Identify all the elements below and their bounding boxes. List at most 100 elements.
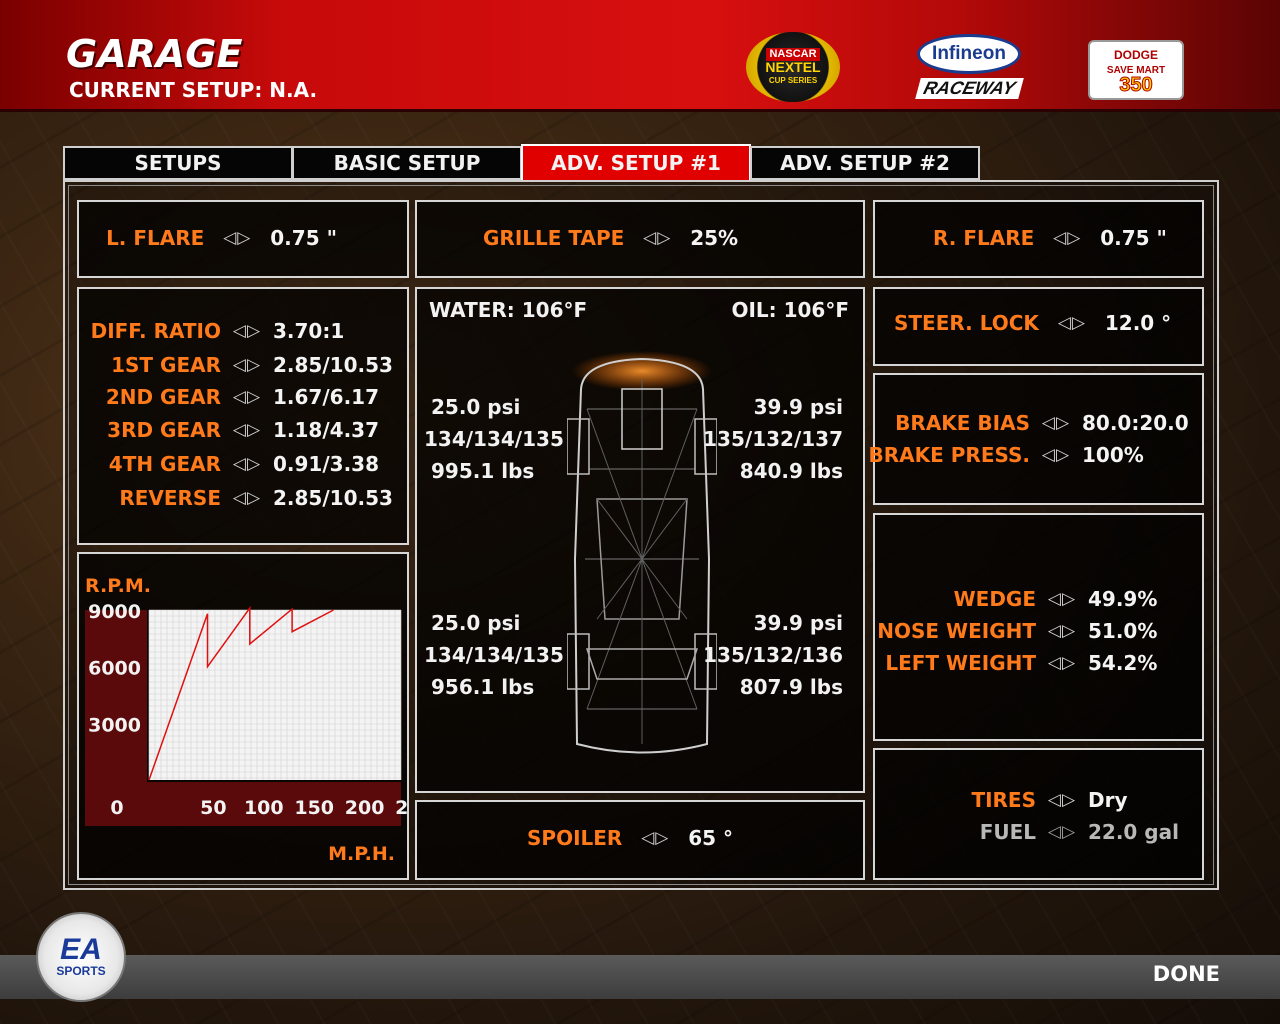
y-tick-label: 6000	[88, 658, 141, 680]
setup-tabs: SETUPS BASIC SETUP ADV. SETUP #1 ADV. SE…	[63, 144, 980, 182]
left-flare-arrows-icon[interactable]: ◁▷	[211, 228, 263, 248]
tires-arrows-icon[interactable]: ◁▷	[1036, 790, 1088, 810]
grille-tape-panel: GRILLE TAPE ◁▷ 25%	[415, 200, 865, 278]
front-left-temps: 134/134/135	[424, 427, 564, 451]
gear-arrows-icon[interactable]: ◁▷	[221, 387, 273, 407]
tires-value: Dry	[1088, 788, 1128, 812]
left-weight-row[interactable]: LEFT WEIGHT ◁▷ 54.2%	[885, 651, 1172, 675]
brake-bias-label: BRAKE BIAS	[895, 411, 1030, 435]
wedge-value: 49.9%	[1088, 587, 1158, 611]
nascar-nextel-logo: NASCAR NEXTEL CUP SERIES	[746, 32, 840, 102]
steer-lock-value: 12.0 °	[1104, 311, 1172, 335]
water-temp: WATER: 106°F	[429, 298, 588, 322]
tab-basic-setup[interactable]: BASIC SETUP	[292, 146, 522, 180]
rear-left-weight: 956.1 lbs	[431, 675, 535, 699]
spoiler-label: SPOILER	[527, 826, 623, 850]
gear-label: 2ND GEAR	[105, 385, 221, 409]
spoiler-arrows-icon[interactable]: ◁▷	[629, 828, 681, 848]
gear-row[interactable]: 2ND GEAR ◁▷ 1.67/6.17	[106, 385, 387, 409]
left-weight-value: 54.2%	[1088, 651, 1158, 675]
brake-press-arrows-icon[interactable]: ◁▷	[1030, 445, 1082, 465]
fuel-label: FUEL	[979, 820, 1036, 844]
car-wireframe-image	[567, 349, 717, 769]
rpm-chart-panel: R.P.M. M.P.H. 9000 6000 3000 0 50 100 150 200 250	[77, 552, 409, 880]
gear-arrows-icon[interactable]: ◁▷	[221, 420, 273, 440]
bottom-bar	[0, 955, 1280, 999]
brake-press-label: BRAKE PRESS.	[868, 443, 1030, 467]
front-left-pressure: 25.0 psi	[431, 395, 521, 419]
right-flare-panel: R. FLARE ◁▷ 0.75 "	[873, 200, 1204, 278]
x-tick-label: 100	[244, 797, 284, 819]
dodge-savemart-350-logo: DODGE SAVE MART 350	[1088, 40, 1184, 100]
tab-adv-setup-1[interactable]: ADV. SETUP #1	[521, 144, 751, 182]
left-flare-panel: L. FLARE ◁▷ 0.75 "	[77, 200, 409, 278]
gear-row[interactable]: 1ST GEAR ◁▷ 2.85/10.53	[111, 353, 393, 377]
right-flare-label: R. FLARE	[933, 226, 1035, 250]
gear-value: 2.85/10.53	[273, 353, 393, 377]
tab-setups[interactable]: SETUPS	[63, 146, 293, 180]
page-title: GARAGE	[66, 32, 243, 76]
x-tick-label: 0	[110, 797, 123, 819]
brake-press-value: 100%	[1082, 443, 1144, 467]
right-flare-row[interactable]: R. FLARE ◁▷ 0.75 "	[933, 226, 1167, 250]
gear-label: 4TH GEAR	[108, 452, 221, 476]
left-flare-label: L. FLARE	[106, 226, 205, 250]
left-weight-label: LEFT WEIGHT	[885, 651, 1036, 675]
right-flare-arrows-icon[interactable]: ◁▷	[1041, 228, 1093, 248]
gears-panel: DIFF. RATIO ◁▷ 3.70:1 1ST GEAR ◁▷ 2.85/10.53…	[77, 287, 409, 545]
gear-label: 3RD GEAR	[107, 418, 221, 442]
x-tick-label: 50	[200, 797, 226, 819]
spoiler-row[interactable]: SPOILER ◁▷ 65 °	[527, 826, 733, 850]
gear-arrows-icon[interactable]: ◁▷	[221, 355, 273, 375]
fuel-arrows-icon[interactable]: ◁▷	[1036, 822, 1088, 842]
brake-press-row[interactable]: BRAKE PRESS. ◁▷ 100%	[869, 443, 1192, 467]
rear-right-weight: 807.9 lbs	[739, 675, 843, 699]
brake-bias-arrows-icon[interactable]: ◁▷	[1030, 413, 1082, 433]
left-flare-row[interactable]: L. FLARE ◁▷ 0.75 "	[106, 226, 337, 250]
tab-adv-setup-2[interactable]: ADV. SETUP #2	[750, 146, 980, 180]
front-right-weight: 840.9 lbs	[739, 459, 843, 483]
nose-weight-arrows-icon[interactable]: ◁▷	[1036, 621, 1088, 641]
header-bar: GARAGE CURRENT SETUP: N.A. NASCAR NEXTEL…	[0, 0, 1280, 112]
weights-panel: WEDGE ◁▷ 49.9% NOSE WEIGHT ◁▷ 51.0% LEFT WEI…	[873, 513, 1204, 741]
gear-row[interactable]: 4TH GEAR ◁▷ 0.91/3.38	[109, 452, 387, 476]
gear-arrows-icon[interactable]: ◁▷	[221, 321, 273, 341]
y-tick-label: 9000	[88, 601, 141, 623]
gear-row[interactable]: REVERSE ◁▷ 2.85/10.53	[119, 486, 393, 510]
x-axis-label: M.P.H.	[328, 843, 395, 865]
gear-row[interactable]: 3RD GEAR ◁▷ 1.18/4.37	[107, 418, 387, 442]
left-flare-value: 0.75 "	[270, 226, 337, 250]
gear-value: 1.67/6.17	[273, 385, 379, 409]
gear-label: DIFF. RATIO	[90, 319, 221, 343]
tires-row[interactable]: TIRES ◁▷ Dry	[971, 788, 1172, 812]
car-status-panel: WATER: 106°F OIL: 106°F 25.0 psi 134/134…	[415, 287, 865, 793]
spoiler-panel: SPOILER ◁▷ 65 °	[415, 800, 865, 880]
rpm-chart: R.P.M. M.P.H. 9000 6000 3000 0 50 100 150 200 250	[79, 554, 407, 878]
x-tick-label: 150	[294, 797, 334, 819]
rear-left-temps: 134/134/135	[424, 643, 564, 667]
steer-lock-label: STEER. LOCK	[894, 311, 1039, 335]
steer-lock-arrows-icon[interactable]: ◁▷	[1046, 313, 1098, 333]
wedge-arrows-icon[interactable]: ◁▷	[1036, 589, 1088, 609]
grille-tape-arrows-icon[interactable]: ◁▷	[631, 228, 683, 248]
front-left-weight: 995.1 lbs	[431, 459, 535, 483]
done-button[interactable]: DONE	[1153, 962, 1220, 986]
right-flare-value: 0.75 "	[1100, 226, 1167, 250]
current-setup-label: CURRENT SETUP: N.A.	[69, 78, 318, 102]
nose-weight-row[interactable]: NOSE WEIGHT ◁▷ 51.0%	[877, 619, 1172, 643]
gear-value: 3.70:1	[273, 319, 345, 343]
gear-arrows-icon[interactable]: ◁▷	[221, 488, 273, 508]
spoiler-value: 65 °	[688, 826, 734, 850]
left-weight-arrows-icon[interactable]: ◁▷	[1036, 653, 1088, 673]
nose-weight-label: NOSE WEIGHT	[877, 619, 1036, 643]
nose-weight-value: 51.0%	[1088, 619, 1158, 643]
grille-tape-row[interactable]: GRILLE TAPE ◁▷ 25%	[483, 226, 738, 250]
fuel-row[interactable]: FUEL ◁▷ 22.0 gal	[979, 820, 1179, 844]
brake-bias-row[interactable]: BRAKE BIAS ◁▷ 80.0:20.0	[895, 411, 1192, 435]
gear-arrows-icon[interactable]: ◁▷	[221, 454, 273, 474]
steer-lock-row[interactable]: STEER. LOCK ◁▷ 12.0 °	[894, 311, 1171, 335]
rear-right-pressure: 39.9 psi	[753, 611, 843, 635]
front-right-temps: 135/132/137	[703, 427, 843, 451]
gear-row[interactable]: DIFF. RATIO ◁▷ 3.70:1	[91, 319, 387, 343]
wedge-row[interactable]: WEDGE ◁▷ 49.9%	[954, 587, 1172, 611]
